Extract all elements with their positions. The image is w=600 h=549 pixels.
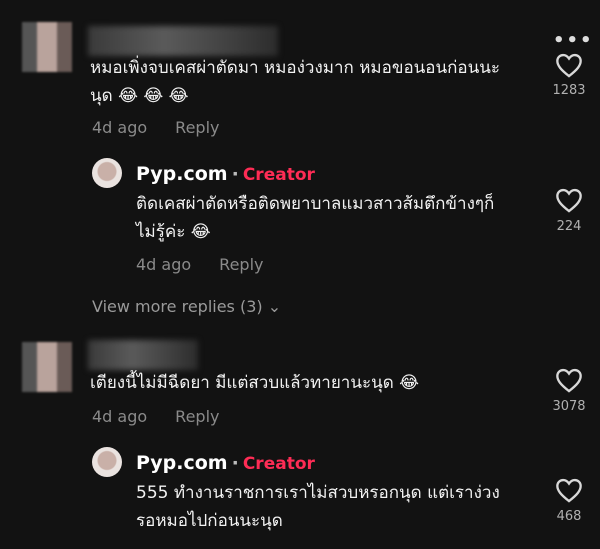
comment-meta: 4d ago Reply (92, 118, 219, 137)
comment-text: นุด 😂 😂 😂 (90, 86, 189, 106)
avatar[interactable] (22, 22, 72, 72)
more-options-icon[interactable]: ••• (553, 30, 594, 51)
reply-text: 555 ทำงานราชการเราไม่สวบหรอกนุด แต่เราง่… (136, 483, 500, 503)
avatar[interactable] (22, 342, 72, 392)
reply-button[interactable]: Reply (175, 118, 219, 137)
creator-avatar[interactable] (92, 447, 122, 477)
separator-dot: · (231, 452, 239, 474)
heart-icon[interactable] (555, 477, 583, 503)
reply-button[interactable]: Reply (219, 255, 263, 274)
creator-avatar[interactable] (92, 158, 122, 188)
comment-meta: 4d ago Reply (92, 407, 219, 426)
creator-badge: Creator (242, 165, 315, 185)
separator-dot: · (231, 163, 239, 185)
timestamp: 4d ago (92, 407, 148, 426)
reply-text: รอหมอไปก่อนนะนุด (136, 511, 283, 531)
reply-author-line: Pyp.com · Creator (136, 452, 315, 474)
blurred-username (88, 26, 278, 56)
comment-text: เตียงนี้ไม่มีฉีดยา มีแต่สวบแล้วทายานะนุด… (90, 373, 420, 393)
comment-text: หมอเพิ่งจบเคสผ่าตัดมา หมอง่วงมาก หมอขอนอ… (90, 58, 500, 78)
blurred-username (88, 340, 198, 370)
heart-icon[interactable] (555, 187, 583, 213)
reply-author-line: Pyp.com · Creator (136, 163, 315, 185)
reply-text: ไม่รู้ค่ะ 😂 (136, 222, 211, 242)
timestamp: 4d ago (136, 255, 192, 274)
heart-icon[interactable] (555, 52, 583, 78)
reply-text: ติดเคสผ่าตัดหรือติดพยาบาลแมวสาวส้มตึกข้า… (136, 194, 495, 214)
like-count: 224 (556, 219, 582, 234)
creator-badge: Creator (242, 454, 315, 474)
like-count: 3078 (552, 399, 586, 414)
heart-icon[interactable] (555, 367, 583, 393)
author-name[interactable]: Pyp.com (136, 452, 228, 474)
timestamp: 4d ago (92, 118, 148, 137)
like-count: 1283 (552, 83, 586, 98)
reply-meta: 4d ago Reply (136, 255, 263, 274)
author-name[interactable]: Pyp.com (136, 163, 228, 185)
reply-button[interactable]: Reply (175, 407, 219, 426)
view-more-replies-button[interactable]: View more replies (3) ⌄ (92, 297, 281, 316)
like-count: 468 (556, 509, 582, 524)
